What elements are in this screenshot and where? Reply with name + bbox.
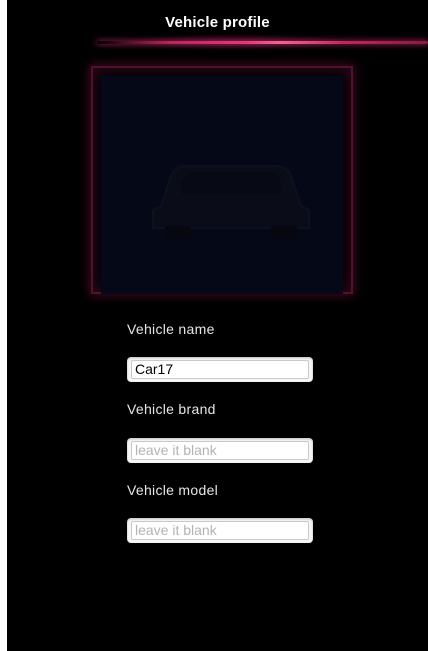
app-screen: Vehicle profile Vehicle name Car17 Vehic… <box>7 0 428 651</box>
vehicle-brand-label: Vehicle brand <box>127 401 216 417</box>
vehicle-model-label: Vehicle model <box>127 482 219 498</box>
vehicle-name-input[interactable]: Car17 <box>131 360 309 379</box>
vehicle-form: Vehicle name Car17 Vehicle brand leave i… <box>7 0 428 651</box>
vehicle-brand-field[interactable]: leave it blank <box>127 438 313 463</box>
vehicle-name-field[interactable]: Car17 <box>127 357 313 382</box>
vehicle-brand-input[interactable]: leave it blank <box>131 441 309 460</box>
vehicle-model-input[interactable]: leave it blank <box>131 521 309 540</box>
vehicle-name-label: Vehicle name <box>127 321 215 337</box>
vehicle-model-field[interactable]: leave it blank <box>127 518 313 543</box>
